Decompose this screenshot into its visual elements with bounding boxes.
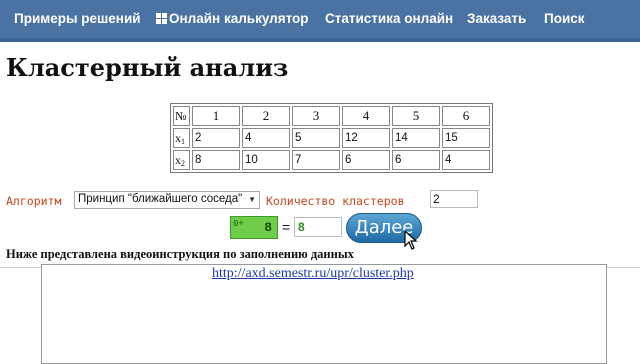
captcha-image: 0+ 8 — [230, 216, 278, 239]
table-input-cell[interactable]: 8 — [192, 150, 240, 170]
table-header-row: № 1 2 3 4 5 6 — [173, 106, 490, 126]
table-input-cell[interactable]: 15 — [442, 128, 490, 148]
row-label-sub: 2 — [181, 158, 185, 168]
data-table: № 1 2 3 4 5 6 x1 2 4 5 12 14 15 x2 8 10 … — [170, 103, 493, 173]
video-link[interactable]: http://axd.semestr.ru/upr/cluster.php — [212, 266, 414, 282]
nav-search[interactable]: Поиск — [544, 11, 585, 26]
table-header-cell: 4 — [342, 106, 390, 126]
row-label-x2: x2 — [173, 150, 190, 170]
table-header-cell: 5 — [392, 106, 440, 126]
clusters-label: Количество кластеров — [266, 194, 405, 208]
table-header-cell: 2 — [242, 106, 290, 126]
nav-examples[interactable]: Примеры решений — [14, 11, 141, 26]
captcha-digit: 8 — [264, 220, 272, 235]
table-input-cell[interactable]: 6 — [392, 150, 440, 170]
table-header-cell: 3 — [292, 106, 340, 126]
equals-sign: = — [282, 219, 291, 235]
video-instruction-note: Ниже представлена видеоинструкция по зап… — [6, 247, 354, 261]
table-header-cell: 1 — [192, 106, 240, 126]
top-nav: Примеры решений Онлайн калькулятор Стати… — [0, 0, 640, 42]
table-input-cell[interactable]: 2 — [192, 128, 240, 148]
table-input-cell[interactable]: 5 — [292, 128, 340, 148]
table-row: x2 8 10 7 6 6 4 — [173, 150, 490, 170]
mouse-cursor-icon — [404, 230, 418, 250]
nav-order[interactable]: Заказать — [467, 11, 526, 26]
captcha-small-text: 0+ — [233, 219, 244, 229]
calculator-icon — [156, 13, 167, 24]
table-input-cell[interactable]: 10 — [242, 150, 290, 170]
nav-statistics-online[interactable]: Статистика онлайн — [325, 11, 453, 26]
captcha-answer-input[interactable]: 8 — [294, 217, 342, 237]
table-input-cell[interactable]: 14 — [392, 128, 440, 148]
table-row: x1 2 4 5 12 14 15 — [173, 128, 490, 148]
nav-online-calculator-label: Онлайн калькулятор — [169, 11, 309, 26]
row-label-x1: x1 — [173, 128, 190, 148]
algorithm-select-value: Принцип "ближайшего соседа" — [78, 193, 243, 205]
table-input-cell[interactable]: 4 — [242, 128, 290, 148]
table-input-cell[interactable]: 6 — [342, 150, 390, 170]
algorithm-label: Алгоритм — [6, 194, 62, 208]
algorithm-select[interactable]: Принцип "ближайшего соседа" ▼ — [74, 191, 260, 209]
table-input-cell[interactable]: 7 — [292, 150, 340, 170]
page-title: Кластерный анализ — [6, 53, 289, 82]
chevron-down-icon: ▼ — [248, 195, 256, 204]
table-input-cell[interactable]: 12 — [342, 128, 390, 148]
nav-online-calculator[interactable]: Онлайн калькулятор — [156, 11, 309, 26]
table-header-cell: 6 — [442, 106, 490, 126]
table-input-cell[interactable]: 4 — [442, 150, 490, 170]
table-header-cell: № — [173, 106, 190, 126]
clusters-input[interactable]: 2 — [430, 190, 478, 208]
row-label-sub: 1 — [181, 136, 185, 146]
